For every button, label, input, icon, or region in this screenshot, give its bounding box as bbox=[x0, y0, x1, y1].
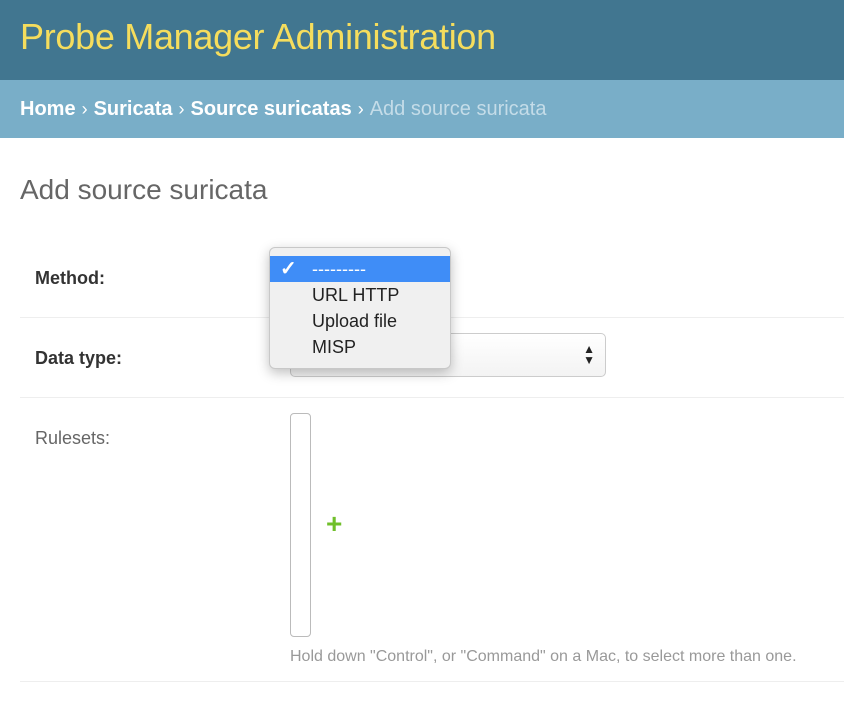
rulesets-label: Rulesets: bbox=[35, 428, 111, 448]
checkmark-icon: ✓ bbox=[280, 258, 297, 280]
header-bar: Probe Manager Administration bbox=[0, 0, 844, 80]
form-row-rulesets: Rulesets: + Hold down "Control", or "Com… bbox=[20, 398, 844, 682]
method-option-upload-file[interactable]: Upload file bbox=[270, 308, 450, 334]
site-title[interactable]: Probe Manager Administration bbox=[20, 16, 496, 58]
method-dropdown-list[interactable]: ✓ --------- URL HTTP Upload file MISP bbox=[269, 247, 451, 369]
rulesets-help-text: Hold down "Control", or "Command" on a M… bbox=[290, 648, 797, 665]
breadcrumb-separator: › bbox=[357, 99, 364, 119]
breadcrumb-source-suricatas[interactable]: Source suricatas bbox=[191, 98, 352, 120]
breadcrumb-current: Add source suricata bbox=[369, 98, 547, 120]
select-arrows-icon: ▲ ▼ bbox=[583, 342, 595, 367]
add-ruleset-plus-icon[interactable]: + bbox=[326, 510, 342, 538]
page-title: Add source suricata bbox=[20, 174, 268, 205]
breadcrumb-suricata[interactable]: Suricata bbox=[94, 98, 173, 120]
data-type-label: Data type: bbox=[35, 348, 123, 368]
breadcrumb-home[interactable]: Home bbox=[20, 98, 76, 120]
method-option-misp[interactable]: MISP bbox=[270, 334, 450, 360]
breadcrumb-separator: › bbox=[178, 99, 185, 119]
rulesets-multiselect[interactable] bbox=[290, 413, 311, 637]
method-option-url-http[interactable]: URL HTTP bbox=[270, 282, 450, 308]
method-option-empty[interactable]: ✓ --------- bbox=[270, 256, 450, 282]
breadcrumb-separator: › bbox=[81, 99, 88, 119]
method-label: Method: bbox=[35, 268, 105, 288]
breadcrumb: Home › Suricata › Source suricatas › Add sourc… bbox=[0, 80, 844, 138]
